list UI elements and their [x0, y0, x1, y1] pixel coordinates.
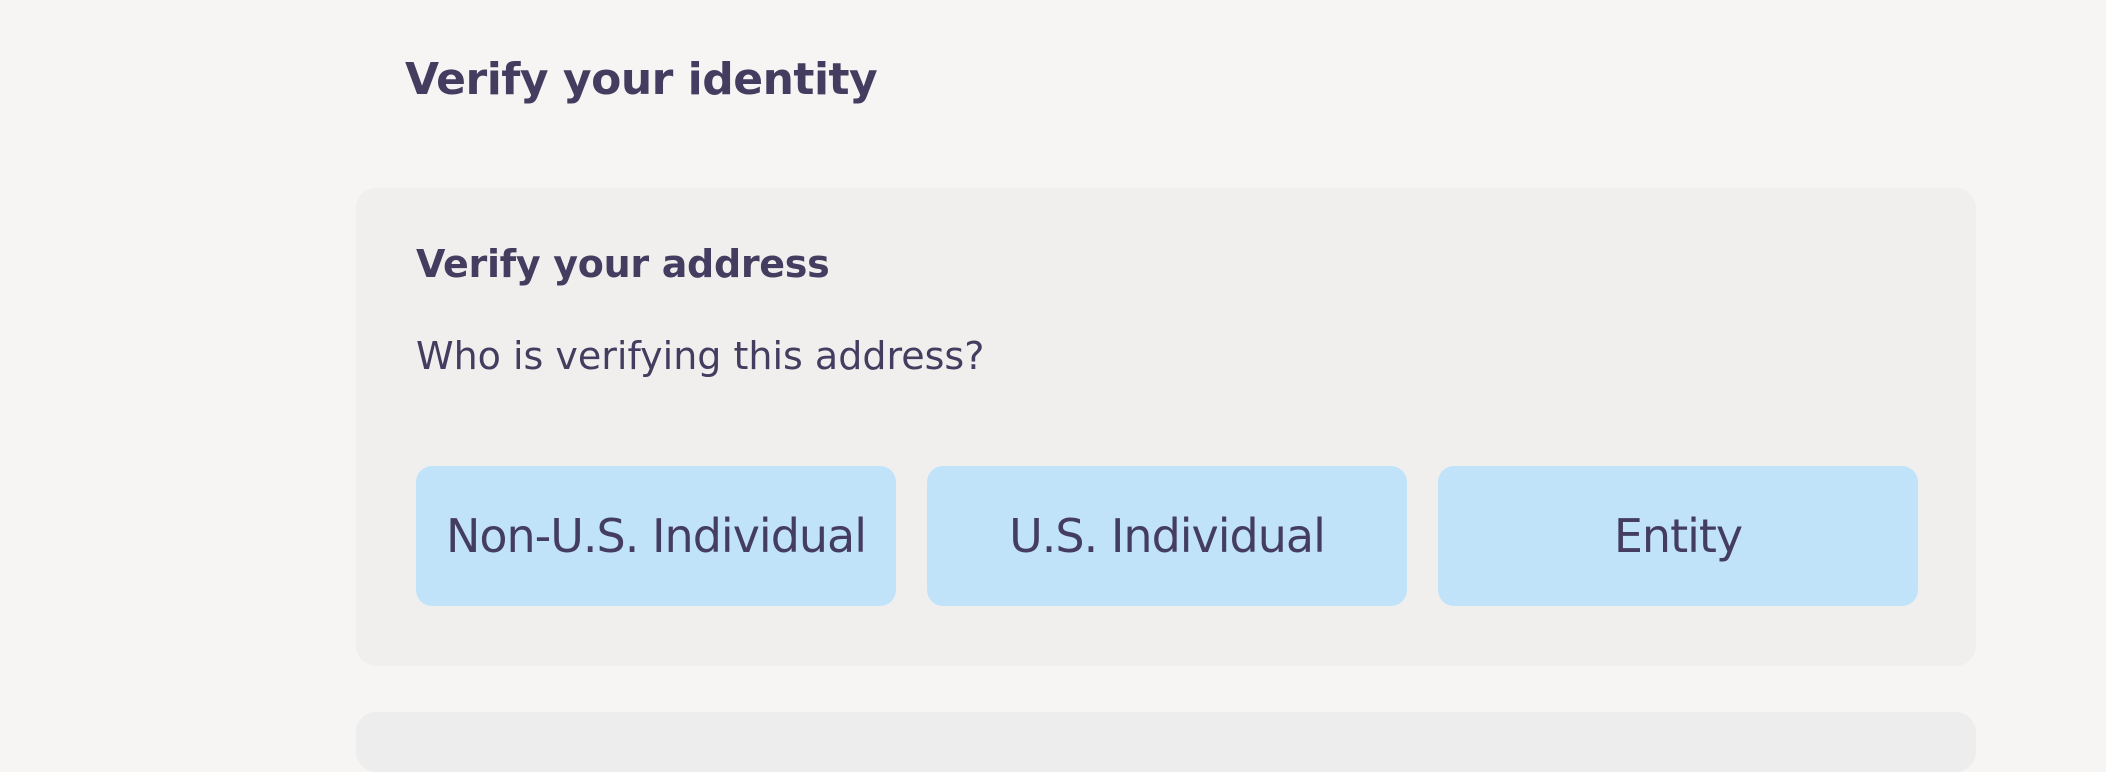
next-section-card	[356, 712, 1976, 772]
verify-address-card: Verify your address Who is verifying thi…	[356, 188, 1976, 666]
card-title: Verify your address	[416, 242, 830, 286]
page-title: Verify your identity	[405, 54, 878, 105]
entity-button[interactable]: Entity	[1438, 466, 1918, 606]
us-individual-button[interactable]: U.S. Individual	[927, 466, 1407, 606]
non-us-individual-button[interactable]: Non-U.S. Individual	[416, 466, 896, 606]
verifier-question: Who is verifying this address?	[416, 334, 985, 378]
verifier-options: Non-U.S. Individual U.S. Individual Enti…	[416, 466, 1918, 606]
